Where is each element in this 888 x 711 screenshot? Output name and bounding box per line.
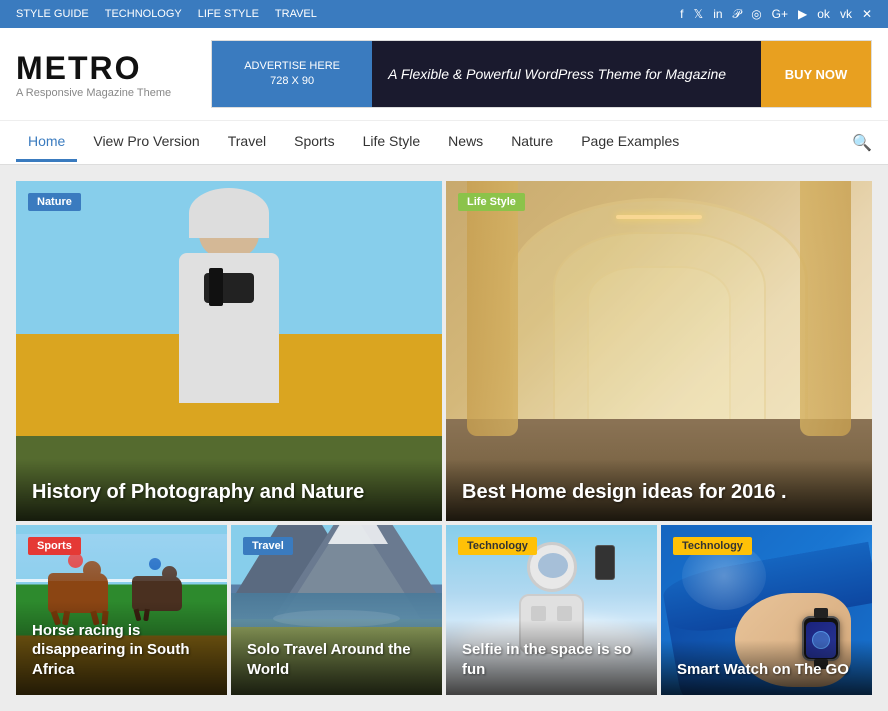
nav-travel[interactable]: Travel (275, 8, 317, 20)
ad-middle: A Flexible & Powerful WordPress Theme fo… (372, 41, 761, 107)
nav-link-nature[interactable]: Nature (499, 123, 565, 159)
ad-banner: ADVERTISE HERE 728 X 90 A Flexible & Pow… (211, 40, 872, 108)
googleplus-icon[interactable]: G+ (772, 7, 788, 22)
nav-link-news[interactable]: News (436, 123, 495, 159)
card-watch[interactable]: Technology Smart Watch on The GO (661, 525, 872, 695)
featured-grid: Nature History of Photography and Nature (16, 181, 872, 521)
site-tagline: A Responsive Magazine Theme (16, 87, 171, 99)
nav-lifestyle[interactable]: Life Style (198, 8, 259, 20)
logo-area: METRO A Responsive Magazine Theme (16, 50, 171, 99)
card-main[interactable]: Nature History of Photography and Nature (16, 181, 442, 521)
small-cards-grid: Sports Horse racing is disappearing in S… (16, 525, 872, 695)
nav-item-sports[interactable]: Sports (282, 123, 346, 162)
card-watch-title: Smart Watch on The GO (677, 660, 856, 680)
youtube-icon[interactable]: ▶ (798, 7, 807, 22)
card-main-badge: Nature (28, 193, 81, 211)
card-watch-badge: Technology (673, 537, 752, 555)
nav-link-lifestyle[interactable]: Life Style (351, 123, 433, 159)
nav-technology[interactable]: Technology (105, 8, 182, 20)
main-nav: Home View Pro Version Travel Sports Life… (0, 121, 888, 165)
card-astro-badge: Technology (458, 537, 537, 555)
nav-item-travel[interactable]: Travel (216, 123, 278, 162)
site-header: METRO A Responsive Magazine Theme ADVERT… (0, 28, 888, 121)
card-travel-badge: Travel (243, 537, 293, 555)
top-nav: Style Guide Technology Life Style Travel (16, 8, 317, 20)
card-sports-title: Horse racing is disappearing in South Af… (32, 621, 211, 680)
instagram-icon[interactable]: ◎ (751, 7, 761, 22)
nav-item-page-examples[interactable]: Page Examples (569, 123, 691, 162)
card-travel-overlay: Solo Travel Around the World (231, 620, 442, 695)
ad-middle-text: A Flexible & Powerful WordPress Theme fo… (388, 66, 726, 82)
nav-list: Home View Pro Version Travel Sports Life… (16, 123, 852, 162)
pinterest-icon[interactable]: 𝒫 (733, 7, 742, 22)
card-watch-overlay: Smart Watch on The GO (661, 640, 872, 696)
card-sports[interactable]: Sports Horse racing is disappearing in S… (16, 525, 227, 695)
card-sports-overlay: Horse racing is disappearing in South Af… (16, 601, 227, 696)
card-main-overlay: History of Photography and Nature (16, 459, 442, 521)
nav-link-travel[interactable]: Travel (216, 123, 278, 159)
twitter-icon[interactable]: 𝕏 (694, 7, 704, 22)
nav-item-pro[interactable]: View Pro Version (81, 123, 211, 162)
card-travel-title: Solo Travel Around the World (247, 640, 426, 679)
nav-link-sports[interactable]: Sports (282, 123, 346, 159)
nav-link-pro[interactable]: View Pro Version (81, 123, 211, 159)
nav-link-page-examples[interactable]: Page Examples (569, 123, 691, 159)
card-travel[interactable]: Travel Solo Travel Around the World (231, 525, 442, 695)
nav-item-news[interactable]: News (436, 123, 495, 162)
card-sports-badge: Sports (28, 537, 81, 555)
card-astro[interactable]: Technology Selfie in the space is so fun (446, 525, 657, 695)
nav-item-lifestyle[interactable]: Life Style (351, 123, 433, 162)
ok-icon[interactable]: ok (817, 7, 830, 22)
social-icons: f 𝕏 in 𝒫 ◎ G+ ▶ ok vk ✕ (680, 7, 872, 22)
card-lifestyle-overlay: Best Home design ideas for 2016 . (446, 459, 872, 521)
nav-item-home[interactable]: Home (16, 123, 77, 162)
nav-style-guide[interactable]: Style Guide (16, 8, 89, 20)
search-icon[interactable]: 🔍 (852, 133, 872, 153)
vk-icon[interactable]: vk (840, 7, 852, 22)
nav-link-home[interactable]: Home (16, 123, 77, 162)
card-lifestyle-title: Best Home design ideas for 2016 . (462, 479, 856, 505)
facebook-icon[interactable]: f (680, 7, 683, 22)
top-bar: Style Guide Technology Life Style Travel… (0, 0, 888, 28)
card-astro-overlay: Selfie in the space is so fun (446, 620, 657, 695)
ad-left-line2: 728 X 90 (270, 74, 314, 89)
site-logo[interactable]: METRO (16, 50, 171, 87)
card-lifestyle[interactable]: Life Style Best Home design ideas for 20… (446, 181, 872, 521)
ad-left: ADVERTISE HERE 728 X 90 (212, 41, 372, 107)
card-lifestyle-badge: Life Style (458, 193, 525, 211)
card-astro-title: Selfie in the space is so fun (462, 640, 641, 679)
ad-cta-button[interactable]: BUY NOW (761, 41, 871, 107)
ad-left-line1: ADVERTISE HERE (244, 59, 340, 74)
content-area: Nature History of Photography and Nature (0, 165, 888, 711)
card-main-title: History of Photography and Nature (32, 479, 426, 505)
linkedin-icon[interactable]: in (713, 7, 722, 22)
x-icon[interactable]: ✕ (862, 7, 872, 22)
nav-item-nature[interactable]: Nature (499, 123, 565, 162)
